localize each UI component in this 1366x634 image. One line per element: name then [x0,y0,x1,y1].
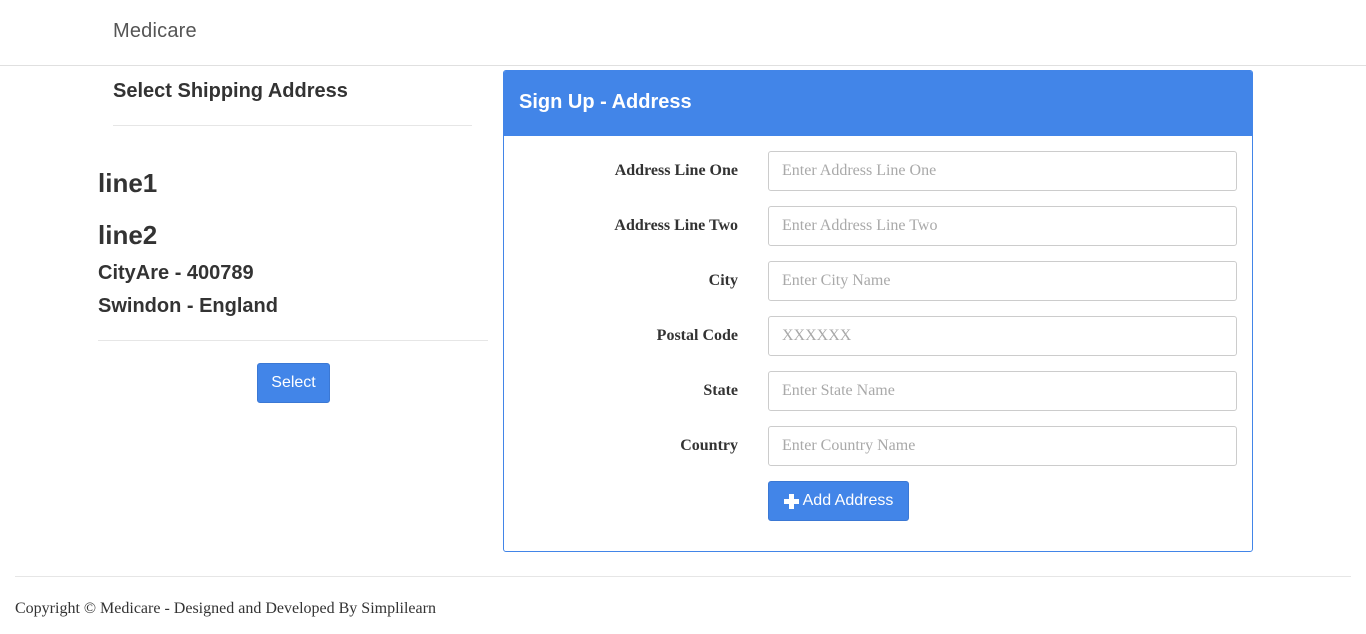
address-line-one-input[interactable] [768,151,1237,191]
address-state-country: Swindon - England [98,295,278,317]
address-city-postal: CityAre - 400789 [98,262,254,284]
form-row-postal-code: Postal Code [504,316,1252,356]
footer-divider [15,576,1351,577]
form-row-address-line-two: Address Line Two [504,206,1252,246]
state-input[interactable] [768,371,1237,411]
shipping-divider [113,125,472,126]
footer-copyright: Copyright © Medicare - Designed and Deve… [15,600,436,617]
brand-link[interactable]: Medicare [113,20,197,43]
form-row-address-line-one: Address Line One [504,151,1252,191]
add-address-button[interactable]: Add Address [768,481,909,521]
city-label: City [708,272,738,289]
form-row-state: State [504,371,1252,411]
state-label: State [703,382,738,399]
address-divider [98,340,488,341]
form-row-country: Country [504,426,1252,466]
panel-heading: Sign Up - Address [504,71,1252,136]
postal-code-input[interactable] [768,316,1237,356]
shipping-heading: Select Shipping Address [113,80,348,102]
add-address-label: Add Address [802,492,894,509]
select-address-button[interactable]: Select [257,363,330,403]
postal-code-label: Postal Code [656,327,738,344]
city-input[interactable] [768,261,1237,301]
navbar: Medicare [0,0,1366,66]
address-line-two: line2 [98,220,158,250]
country-label: Country [680,437,738,454]
address-line-one-label: Address Line One [614,162,738,179]
address-line-two-input[interactable] [768,206,1237,246]
address-line-one: line1 [98,168,158,198]
plus-icon [783,493,799,509]
panel-title: Sign Up - Address [519,91,692,113]
address-form-panel: Sign Up - Address Address Line One Addre… [503,70,1253,552]
form-row-city: City [504,261,1252,301]
address-line-two-label: Address Line Two [614,217,738,234]
country-input[interactable] [768,426,1237,466]
